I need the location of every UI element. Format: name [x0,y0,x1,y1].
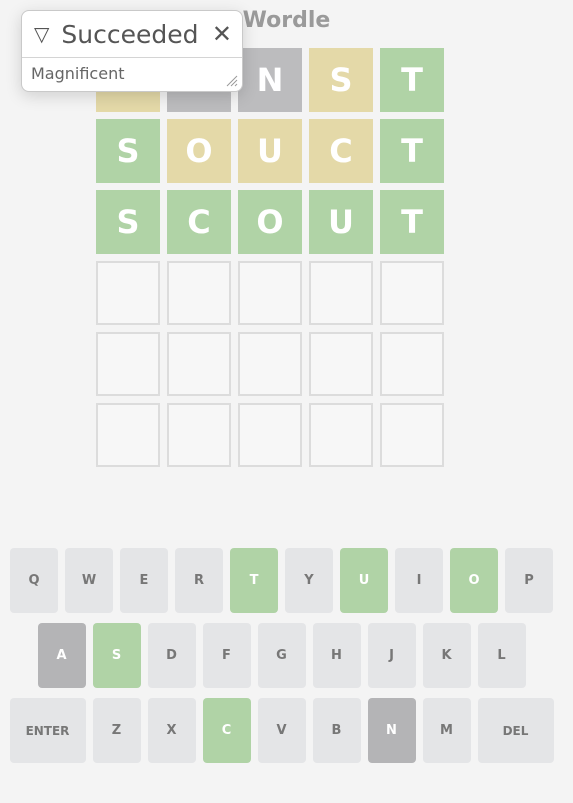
board-tile: S [309,48,373,112]
key-y[interactable]: Y [285,548,333,613]
key-v[interactable]: V [257,698,306,763]
board-row [96,403,444,467]
keyboard: Q W E R T Y U I O P A S D F G H J K L ENTER Z X C V B N M DEL [9,548,554,773]
key-q[interactable]: Q [10,548,58,613]
key-s[interactable]: S [92,623,141,688]
triangle-down-icon[interactable]: ▽ [34,22,49,46]
board-tile: C [309,119,373,183]
board-row [96,261,444,325]
board-tile: S [96,119,160,183]
board-tile: T [380,190,444,254]
board-tile [96,403,160,467]
key-e[interactable]: E [120,548,168,613]
board-tile: C [167,190,231,254]
toast-notification: ▽ Succeeded ✕ Magnificent [21,10,243,92]
board-tile [96,261,160,325]
key-l[interactable]: L [477,623,526,688]
board-tile [238,332,302,396]
board-tile: O [238,190,302,254]
key-n[interactable]: N [367,698,416,763]
key-g[interactable]: G [257,623,306,688]
key-j[interactable]: J [367,623,416,688]
key-i[interactable]: I [395,548,443,613]
key-t[interactable]: T [230,548,278,613]
key-h[interactable]: H [312,623,361,688]
board-tile [238,261,302,325]
board-row [96,332,444,396]
board-tile [380,261,444,325]
key-r[interactable]: R [175,548,223,613]
board-tile: U [238,119,302,183]
key-f[interactable]: F [202,623,251,688]
toast-heading: Succeeded [61,19,199,49]
board-tile: O [167,119,231,183]
board-tile [380,403,444,467]
key-m[interactable]: M [422,698,471,763]
board-tile [167,403,231,467]
key-p[interactable]: P [505,548,553,613]
board-tile [309,332,373,396]
key-k[interactable]: K [422,623,471,688]
board-tile [380,332,444,396]
board-tile: N [238,48,302,112]
board-tile [309,261,373,325]
resize-handle-icon[interactable] [226,75,238,87]
key-del[interactable]: DEL [477,698,554,763]
toast-header: ▽ Succeeded ✕ [22,11,242,58]
key-z[interactable]: Z [92,698,141,763]
board-tile [238,403,302,467]
key-b[interactable]: B [312,698,361,763]
board-row: SCOUT [96,190,444,254]
key-u[interactable]: U [340,548,388,613]
key-o[interactable]: O [450,548,498,613]
keyboard-row: QWERTYUIOP [9,548,554,613]
key-a[interactable]: A [37,623,86,688]
board-tile: S [96,190,160,254]
board-tile [167,261,231,325]
board-row: SOUCT [96,119,444,183]
close-icon[interactable]: ✕ [212,20,232,48]
toast-message: Magnificent [31,64,125,83]
board-tile [96,332,160,396]
keyboard-row: ASDFGHJKL [9,623,554,688]
board-tile [309,403,373,467]
board-tile: T [380,119,444,183]
key-enter[interactable]: ENTER [9,698,86,763]
board-tile: T [380,48,444,112]
key-c[interactable]: C [202,698,251,763]
key-x[interactable]: X [147,698,196,763]
keyboard-row: ENTER Z X C V B N M DEL [9,698,554,763]
key-d[interactable]: D [147,623,196,688]
game-board: CANSTSOUCTSCOUT [96,48,444,474]
board-tile [167,332,231,396]
key-w[interactable]: W [65,548,113,613]
board-tile: U [309,190,373,254]
